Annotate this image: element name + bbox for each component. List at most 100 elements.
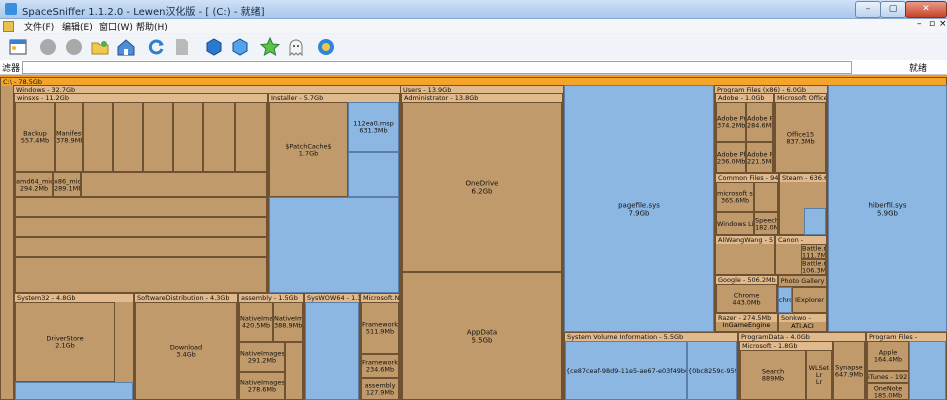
msshared-block[interactable]: microsoft sha365.6Mb <box>716 182 754 212</box>
nativeimages-2[interactable]: NativeIma388.9Mb <box>273 302 303 342</box>
patchcache-block[interactable]: $PatchCache$ 1.7Gb <box>269 102 348 197</box>
syswow-files[interactable] <box>305 302 359 400</box>
treemap[interactable]: C:\ - 78.5Gb Windows - 32.7Gb winsxs - 1… <box>0 77 947 400</box>
open-folder-icon[interactable] <box>90 37 110 57</box>
speech-block[interactable]: SpeechEn182.0Mb <box>754 212 778 235</box>
search-block[interactable]: Search 889Mb <box>740 350 806 400</box>
sysvol-file-2[interactable]: {0bc8259c-9595- <box>687 341 737 400</box>
document-icon[interactable] <box>172 37 192 57</box>
pagefile-block[interactable]: pagefile.sys 7.9Gb <box>564 85 714 332</box>
steam-files[interactable] <box>804 208 826 235</box>
adobe-pre-3-block[interactable]: Adobe Pre221.5Mb <box>746 142 773 173</box>
winsxs-sub-1[interactable] <box>83 102 113 172</box>
winsxs-sub-7[interactable] <box>81 172 267 197</box>
adobe-common-block[interactable] <box>754 182 778 212</box>
cube-outline-icon[interactable] <box>230 37 250 57</box>
filter-bar: 滤器 就绪 <box>0 60 947 75</box>
x86-block[interactable]: x86_microsoft289.1Mb <box>53 172 81 197</box>
ghost-icon[interactable] <box>286 37 306 57</box>
minimize-button[interactable]: – <box>855 1 881 18</box>
home-icon[interactable] <box>116 37 136 57</box>
stop-scan-icon[interactable] <box>64 37 84 57</box>
winsxs-sub-5[interactable] <box>203 102 235 172</box>
filter-label: 滤器 <box>2 64 21 74</box>
cube-icon[interactable] <box>204 37 224 57</box>
status-text: 就绪 <box>909 64 928 74</box>
menu-minimize[interactable]: – <box>917 19 922 29</box>
framework-1[interactable]: Framework 511.9Mb <box>361 302 399 354</box>
close-button[interactable]: ✕ <box>905 1 947 18</box>
onedrive-block[interactable]: OneDrive 6.2Gb <box>402 102 562 272</box>
winsxs-sub-6[interactable] <box>235 102 267 172</box>
refresh-icon[interactable] <box>146 37 166 57</box>
photogallery-block[interactable]: Photo Gallery <box>778 275 827 287</box>
sysvol-header: System Volume Information - 5.5Gb <box>565 333 737 341</box>
settings-icon[interactable] <box>316 37 336 57</box>
framework-2[interactable]: Framework 234.6Mb <box>361 354 399 378</box>
programfiles-files[interactable] <box>909 341 946 400</box>
battle-2-block[interactable]: Battle.n 106.3M <box>801 259 826 275</box>
msp-block-2[interactable] <box>348 152 399 197</box>
winsxs-sub-4[interactable] <box>173 102 203 172</box>
nativeimages-1[interactable]: NativeIma 420.5Mb <box>239 302 273 342</box>
apple-block[interactable]: Apple 164.4Mb <box>867 341 909 371</box>
winlive-block[interactable]: Windows Live <box>716 212 754 235</box>
appdata-block[interactable]: AppData 5.5Gb <box>402 272 562 400</box>
chro-block[interactable]: chro <box>778 287 792 313</box>
maximize-button[interactable]: ▢ <box>880 1 906 18</box>
admin-header: Administrator - 13.8Gb <box>402 94 562 102</box>
itunes-block[interactable]: iTunes - 192.0Mb <box>867 371 909 383</box>
gac-block[interactable] <box>285 342 303 400</box>
adobe-pre-block[interactable]: Adobe Pre374.2Mb <box>716 102 746 142</box>
nativeimages-4[interactable]: NativeImages 278.6Mb <box>239 372 285 400</box>
winsxs-header: winsxs - 11.2Gb <box>15 94 267 102</box>
download-block[interactable]: Download 3.4Gb <box>135 302 237 400</box>
installer-files[interactable] <box>269 197 399 293</box>
winsxs-sub-2[interactable] <box>113 102 143 172</box>
dotnet-header: Microsoft.NE <box>361 294 399 302</box>
battle-block[interactable]: Battle.n 111.7M <box>801 244 826 259</box>
assembly-2[interactable]: assembly 127.9Mb <box>361 378 399 400</box>
synapse-block[interactable]: Synapse 647.9Mb <box>833 341 865 400</box>
title-bar: SpaceSniffer 1.1.2.0 - Lewen汉化版 - [ (C:)… <box>0 0 947 19</box>
app-icon <box>5 3 17 15</box>
start-scan-icon[interactable] <box>38 37 58 57</box>
amd64-block[interactable]: amd64_mic 294.2Mb <box>15 172 53 197</box>
menu-restore[interactable]: ▫ <box>929 19 935 29</box>
new-window-icon[interactable] <box>8 37 28 57</box>
manifests-block[interactable]: Manifests378.9Mb <box>55 102 83 172</box>
toolbar <box>0 34 947 61</box>
wlsetup-block[interactable]: WLSet Lr Lr <box>806 350 832 400</box>
winsxs-sub-3[interactable] <box>143 102 173 172</box>
aliwangwang-block[interactable]: AliWangWang - 570.7 <box>715 235 775 275</box>
hiberfil-block[interactable]: hiberfil.sys 5.9Gb <box>828 85 947 332</box>
winsxs-row-4[interactable] <box>15 257 267 293</box>
winsxs-row-2[interactable] <box>15 217 267 237</box>
menu-help[interactable]: 帮助(H) <box>136 20 168 33</box>
system32-files[interactable] <box>15 382 133 400</box>
star-icon[interactable] <box>260 37 280 57</box>
installer-header: Installer - 5.7Gb <box>269 94 399 102</box>
driverstore-block[interactable]: DriverStore 2.1Gb <box>15 302 115 382</box>
winsxs-row-1[interactable] <box>15 197 267 217</box>
programdata-header: ProgramData - 4.0Gb <box>739 333 865 341</box>
backup-block[interactable]: Backup 557.4Mb <box>15 102 55 172</box>
menu-close[interactable]: × <box>939 19 947 29</box>
sysvol-file-1[interactable]: {ce87ceaf-98d9-11e5-ae67-e03f49b6f0c6}{3 <box>565 341 687 400</box>
chrome-block[interactable]: Chrome 443.0Mb <box>716 284 777 313</box>
nativeimages-3[interactable]: NativeImages 291.2Mb <box>239 342 285 372</box>
winsxs-row-3[interactable] <box>15 237 267 257</box>
menu-window[interactable]: 窗口(W) <box>99 20 133 33</box>
onenote-block[interactable]: OneNote 185.0Mb <box>867 383 909 400</box>
adobe-pre-2-block[interactable]: Adobe Pre284.6Mb <box>746 102 773 142</box>
menu-file[interactable]: 文件(F) <box>24 20 54 33</box>
office15-block[interactable]: Office15 837.3Mb <box>775 102 826 173</box>
menu-edit[interactable]: 编辑(E) <box>62 20 93 33</box>
filter-input[interactable] <box>22 61 852 74</box>
msp-block[interactable]: 112ea0.msp 631.3Mb <box>348 102 399 152</box>
menu-app-icon <box>3 21 14 32</box>
sonkwo-block[interactable]: Sonkwo - ATI.ACI <box>778 313 827 332</box>
iexplorer-block[interactable]: IExplorer <box>792 287 827 313</box>
razer-block[interactable]: Razer - 274.5Mb InGameEngine <box>715 313 778 332</box>
adobe-ph-block[interactable]: Adobe Ph 236.0Mb <box>716 142 746 173</box>
